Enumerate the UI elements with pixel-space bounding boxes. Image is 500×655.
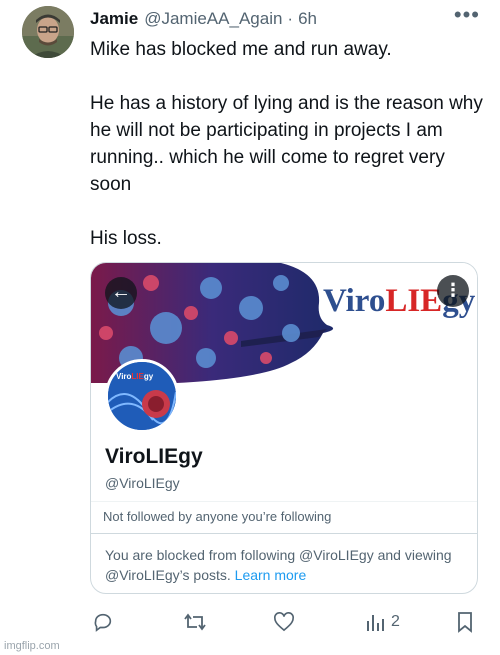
- bookmark-icon: [458, 612, 472, 633]
- separator-dot: ·: [287, 9, 294, 28]
- retweet-icon: [184, 613, 206, 631]
- bar-chart-icon: [367, 615, 384, 631]
- divider: [91, 533, 477, 534]
- follow-info: Not followed by anyone you’re following: [103, 509, 332, 524]
- bookmark-button[interactable]: [456, 610, 474, 634]
- tweet-actions: 2: [90, 610, 480, 634]
- tweet: Jamie @JamieAA_Again · 6h ••• Mike has b…: [0, 0, 500, 655]
- tweet-line: His loss.: [90, 228, 162, 249]
- author-name[interactable]: Jamie: [90, 9, 138, 29]
- views-count: 2: [391, 613, 400, 630]
- profile-handle[interactable]: @ViroLIEgy: [105, 475, 180, 491]
- tweet-line: Mike has blocked me and run away.: [90, 39, 392, 60]
- avatar-logo-text: ViroLIEgy: [116, 372, 154, 381]
- more-options-icon[interactable]: •••: [454, 4, 480, 26]
- tweet-line: He has a history of lying and is the rea…: [90, 93, 483, 195]
- divider: [91, 501, 477, 502]
- blocked-message: You are blocked from following @ViroLIEg…: [105, 545, 465, 585]
- watermark: imgflip.com: [4, 640, 60, 652]
- profile-display-name[interactable]: ViroLIEgy: [105, 445, 203, 469]
- profile-avatar[interactable]: ViroLIEgy: [105, 359, 179, 433]
- heart-icon: [274, 612, 294, 632]
- profile-card[interactable]: ViroLIEgy ← ⋮ ViroLIEgy ViroLIEgy @ViroL…: [90, 262, 478, 594]
- learn-more-link[interactable]: Learn more: [235, 567, 307, 583]
- author-handle[interactable]: @JamieAA_Again: [144, 9, 282, 29]
- like-button[interactable]: [273, 610, 295, 634]
- reply-icon: [94, 613, 112, 632]
- back-arrow-icon[interactable]: ←: [105, 277, 137, 309]
- tweet-text: Mike has blocked me and run away. He has…: [90, 36, 485, 252]
- reply-button[interactable]: [92, 610, 114, 634]
- retweet-button[interactable]: [183, 610, 207, 634]
- more-vertical-icon[interactable]: ⋮: [437, 275, 469, 307]
- author-avatar[interactable]: [22, 6, 74, 58]
- tweet-header: Jamie @JamieAA_Again · 6h •••: [90, 4, 480, 30]
- tweet-time[interactable]: 6h: [298, 9, 317, 29]
- user-photo-icon: [22, 6, 74, 58]
- views-button[interactable]: 2: [365, 610, 400, 634]
